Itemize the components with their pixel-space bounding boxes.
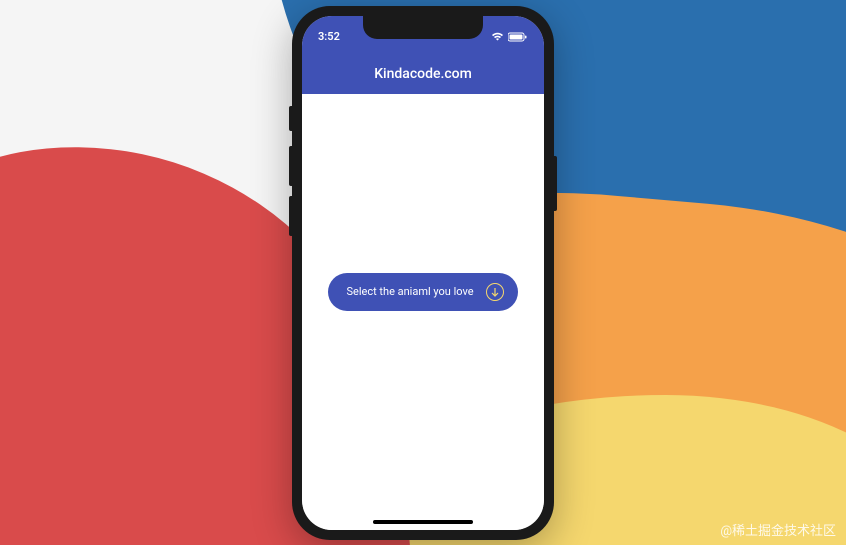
status-time: 3:52 xyxy=(318,30,340,43)
app-title: Kindacode.com xyxy=(374,66,472,82)
phone-volume-up xyxy=(289,146,292,186)
arrow-down-icon xyxy=(486,283,504,301)
app-header: Kindacode.com xyxy=(302,54,544,94)
phone-device-frame: 3:52 Kindacode.com xyxy=(292,6,554,540)
phone-power-button xyxy=(554,156,557,211)
phone-notch xyxy=(363,16,483,39)
phone-volume-down xyxy=(289,196,292,236)
dropdown-button[interactable]: Select the aniaml you love xyxy=(328,273,517,311)
watermark-text: @稀土掘金技术社区 xyxy=(720,520,836,539)
battery-icon xyxy=(508,32,528,42)
phone-mute-switch xyxy=(289,106,292,131)
home-indicator[interactable] xyxy=(373,520,473,524)
dropdown-label: Select the aniaml you love xyxy=(346,285,473,298)
app-body: Select the aniaml you love xyxy=(302,94,544,530)
status-indicators xyxy=(491,32,528,42)
wifi-icon xyxy=(491,32,504,41)
phone-screen: 3:52 Kindacode.com xyxy=(302,16,544,530)
